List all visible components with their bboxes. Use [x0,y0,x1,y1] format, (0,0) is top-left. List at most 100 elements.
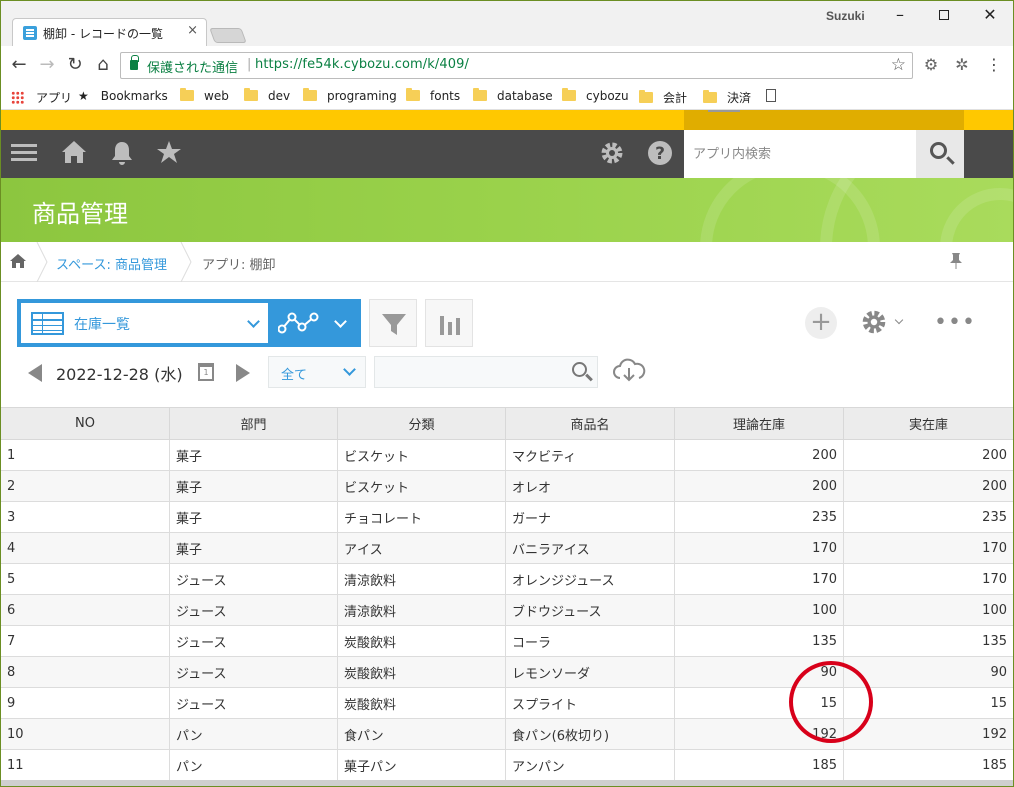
graph-button[interactable] [425,299,473,347]
kintone-favicon-icon [23,26,37,40]
menu-icon[interactable] [11,140,39,168]
table-cell: 菓子 [169,532,338,564]
table-cell: 4 [0,532,170,564]
cloud-download-icon[interactable] [612,358,646,388]
table-row[interactable]: 5 ジュース 清涼飲料 オレンジジュース 170 170 [0,563,1014,595]
url-text[interactable]: https://fe54k.cybozu.com/k/409/ [255,57,469,72]
home-icon[interactable]: ⌂ [92,54,114,76]
extension-gear-icon[interactable]: ⚙ [922,56,940,74]
bookmark-folder-label: web [204,89,229,103]
breadcrumb-space-name[interactable]: 商品管理 [115,258,167,273]
previous-date-icon[interactable] [28,364,42,382]
add-record-button[interactable]: + [805,307,837,339]
close-window-button[interactable]: ✕ [970,4,1010,26]
breadcrumb-space[interactable]: スペース: 商品管理 [56,254,167,273]
security-label: 保護された通信 [147,61,239,76]
bookmark-apps[interactable]: アプリ [11,89,72,106]
tab-title: 棚卸 - レコードの一覧 [43,27,163,41]
bookmark-folder[interactable]: cybozu [562,88,629,103]
extension-puzzle-icon[interactable]: ✲ [953,56,971,74]
maximize-button[interactable] [924,4,964,26]
table-cell: 200 [843,439,1014,471]
folder-icon [406,88,420,101]
reload-icon[interactable]: ↻ [64,54,86,76]
table-row[interactable]: 11 パン 菓子パン アンパン 185 185 [0,749,1014,781]
browser-toolbar: ← → ↻ ⌂ 保護された通信 | https://fe54k.cybozu.c… [0,46,1014,84]
new-tab-button[interactable] [209,28,247,43]
table-cell: 235 [843,501,1014,533]
bookmark-folder-label: cybozu [586,89,629,103]
column-header[interactable]: 分類 [337,407,506,440]
svg-text:?: ? [655,144,665,164]
table-row[interactable]: 6 ジュース 清涼飲料 ブドウジュース 100 100 [0,594,1014,626]
bookmark-folder[interactable]: dev [244,88,290,103]
table-cell: アイス [337,532,506,564]
table-view-icon [31,312,64,335]
table-cell: 170 [843,563,1014,595]
calendar-icon[interactable]: 1 [198,363,214,381]
column-header[interactable]: NO [0,407,170,440]
bookmark-folder[interactable]: programing [303,88,397,103]
horizontal-scrollbar[interactable] [0,780,1014,787]
browser-menu-icon[interactable]: ⋮ [986,55,1002,74]
graph-selector[interactable] [268,299,361,347]
column-header[interactable]: 商品名 [505,407,675,440]
table-cell: 100 [674,594,844,626]
help-icon[interactable]: ? [646,140,674,168]
bookmark-star-icon[interactable]: ☆ [891,55,906,75]
settings-gear-icon[interactable] [598,140,626,168]
date-filter-row: 2022-12-28 (水) 1 全て [0,355,1014,391]
column-header[interactable]: 実在庫 [843,407,1014,440]
table-row[interactable]: 2 菓子 ビスケット オレオ 200 200 [0,470,1014,502]
breadcrumb-app: アプリ: 棚卸 [202,258,276,273]
column-header[interactable]: 部門 [169,407,338,440]
app-settings-button[interactable] [860,308,910,338]
table-row[interactable]: 3 菓子 チョコレート ガーナ 235 235 [0,501,1014,533]
notification-bell-icon[interactable] [108,140,136,168]
portal-home-icon[interactable] [60,140,88,168]
minimize-button[interactable]: – [880,4,920,26]
table-cell: 菓子 [169,501,338,533]
period-select[interactable]: 全て [268,356,366,388]
chevron-down-icon [247,315,260,328]
more-options-icon[interactable]: ••• [934,310,976,335]
browser-tab[interactable]: 棚卸 - レコードの一覧 × [12,18,207,46]
chevron-down-icon [343,363,356,376]
current-date: 2022-12-28 (水) [56,365,183,384]
filter-button[interactable] [369,299,417,347]
funnel-icon [382,314,406,335]
table-row[interactable]: 1 菓子 ビスケット マクビティ 200 200 [0,439,1014,471]
breadcrumb-home-icon[interactable] [10,254,26,268]
table-cell: 170 [843,532,1014,564]
bookmark-page[interactable] [766,89,776,103]
table-row[interactable]: 4 菓子 アイス バニラアイス 170 170 [0,532,1014,564]
bookmark-folder[interactable]: 決済 [703,89,751,106]
profile-name[interactable]: Suzuki [826,9,865,23]
bookmark-folder[interactable]: 会計 [639,89,687,106]
app-search-input[interactable] [684,130,916,178]
bookmark-folder[interactable]: database [473,88,553,103]
forward-arrow-icon[interactable]: → [36,54,58,76]
address-bar[interactable]: 保護された通信 | https://fe54k.cybozu.com/k/409… [120,52,913,79]
table-cell: 炭酸飲料 [337,687,506,719]
next-date-icon[interactable] [236,364,250,382]
tab-close-icon[interactable]: × [187,23,198,38]
bookmark-bookmarks[interactable]: ★ Bookmarks [78,89,168,103]
column-header[interactable]: 理論在庫 [674,407,844,440]
table-cell: コーラ [505,625,675,657]
bar-chart-icon [440,316,460,335]
folder-icon [562,88,576,101]
view-selector[interactable]: 在庫一覧 [17,299,268,347]
table-row[interactable]: 7 ジュース 炭酸飲料 コーラ 135 135 [0,625,1014,657]
highlight-annotation-circle [789,661,873,743]
keyword-filter-input[interactable] [374,356,598,388]
back-arrow-icon[interactable]: ← [8,54,30,76]
bookmark-folder[interactable]: web [180,88,229,103]
bookmark-folder[interactable]: fonts [406,88,460,103]
pin-icon[interactable] [950,252,962,274]
table-cell: 炭酸飲料 [337,656,506,688]
table-cell: 7 [0,625,170,657]
favorites-star-icon[interactable] [155,140,183,168]
search-button[interactable] [916,130,964,178]
table-cell: 90 [843,656,1014,688]
